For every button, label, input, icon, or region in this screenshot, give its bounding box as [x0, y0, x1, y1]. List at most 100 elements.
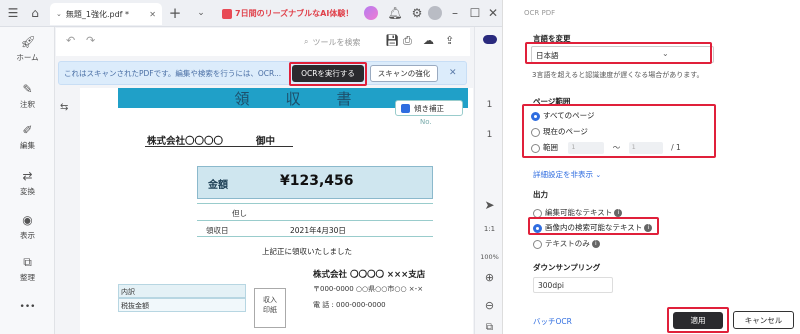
sidebar-item-annotate[interactable]: ✎ 注釈 [0, 82, 55, 110]
tadashi-label: 但し [232, 209, 247, 218]
maximize-icon[interactable]: ☐ [466, 4, 484, 22]
info-icon[interactable]: i [591, 240, 600, 248]
zoom-level[interactable]: 100% [475, 253, 502, 261]
upload-icon[interactable]: ☁ [423, 34, 434, 47]
info-icon[interactable]: i [614, 209, 623, 217]
promo-text: 7日間のリーズナブルなAI体験！ [235, 9, 354, 18]
promo-banner[interactable]: 7日間のリーズナブルなAI体験！ [222, 5, 378, 22]
radio-selected-icon [533, 223, 542, 233]
minimize-icon[interactable]: – [446, 4, 464, 22]
ai-assistant-icon[interactable] [364, 6, 378, 20]
row-divider [197, 220, 433, 221]
chevron-down-icon: ⌄ [56, 10, 62, 18]
new-tab-icon[interactable]: + [166, 4, 184, 22]
range-all-option[interactable]: すべてのページ [531, 110, 595, 121]
range-to-input[interactable]: 1 [628, 142, 663, 154]
amount-value: ¥123,456 [280, 173, 354, 189]
language-note: 3言語を超えると認識速度が遅くなる場合があります。 [532, 71, 704, 79]
gear-icon[interactable]: ⚙ [408, 4, 426, 22]
sidebar-item-label: 注釈 [20, 100, 35, 109]
avatar[interactable] [428, 6, 442, 20]
range-current-label: 現在のページ [543, 127, 588, 136]
output-textonly-label: テキストのみ [545, 239, 590, 248]
output-heading: 出力 [533, 190, 548, 199]
save-icon[interactable]: 💾︎ [385, 34, 399, 47]
output-searchable-option[interactable]: 画像内の検索可能なテキスト i [533, 222, 653, 233]
zoom-in-icon[interactable]: ⊕ [475, 271, 502, 284]
bell-icon[interactable]: 🔔︎ [386, 4, 404, 22]
sidebar-item-view[interactable]: ◉ 表示 [0, 213, 55, 241]
radio-empty-icon [533, 239, 542, 249]
downsample-select[interactable]: 300dpi [533, 277, 613, 293]
tax-amount-label: 税抜金額 [121, 302, 149, 310]
close-tab-icon[interactable]: ✕ [149, 10, 156, 19]
date-value: 2021年4月30日 [290, 226, 346, 235]
sidebar-item-organize[interactable]: ⧉ 整理 [0, 255, 55, 283]
redo-icon[interactable]: ↷ [86, 34, 95, 47]
sidebar-item-label: 編集 [20, 141, 35, 150]
tab-list-chevron-icon[interactable]: ⌄ [192, 4, 210, 22]
apply-button[interactable]: 適用 [673, 312, 723, 329]
convert-icon: ⇄ [22, 169, 33, 183]
gift-icon [222, 8, 232, 19]
output-searchable-label: 画像内の検索可能なテキスト [545, 223, 643, 232]
range-total: / 1 [671, 143, 681, 152]
enhance-scan-button[interactable]: スキャンの強化 [370, 65, 438, 82]
range-custom-option[interactable]: 範囲 1 〜 1 / 1 [531, 142, 681, 154]
sidebar-item-edit[interactable]: ✐ 編集 [0, 123, 55, 151]
deskew-button[interactable]: 傾き補正 [395, 100, 463, 116]
share-icon[interactable]: ⇪ [445, 34, 454, 47]
sidebar-item-label: 表示 [20, 231, 35, 240]
sidebar-item-label: ホーム [16, 53, 39, 62]
advanced-toggle-link[interactable]: 詳細設定を非表示 ⌄ [533, 169, 601, 180]
issuer-address: 〒000-0000 ○○県○○市○○ ×-× [313, 285, 424, 293]
close-window-icon[interactable]: ✕ [484, 4, 502, 22]
range-from-input[interactable]: 1 [568, 142, 605, 154]
more-button[interactable]: ••• [0, 302, 55, 312]
breakdown-row [118, 284, 246, 298]
sidebar-item-convert[interactable]: ⇄ 変換 [0, 169, 55, 197]
close-icon[interactable]: ✕ [449, 68, 457, 78]
banner-text: これはスキャンされたPDFです。編集や検索を行うには、OCR... [64, 69, 282, 78]
cursor-icon[interactable]: ➤ [475, 198, 502, 212]
fit-actual-size-button[interactable]: 1:1 [475, 225, 502, 233]
tab-title: 無題_1強化.pdf * [65, 9, 130, 19]
ai-badge-icon[interactable] [475, 35, 502, 47]
range-custom-label: 範囲 [543, 143, 558, 152]
search-input[interactable]: ツールを検索 [312, 37, 360, 48]
panel-toggle-icon[interactable]: ⇆ [60, 102, 68, 113]
output-textonly-option[interactable]: テキストのみ i [533, 238, 600, 249]
edit-icon: ✐ [22, 123, 33, 137]
left-sidebar: 🚀︎ ホーム ✎ 注釈 ✐ 編集 ⇄ 変換 ◉ 表示 ⧉ 整理 ••• [0, 27, 55, 334]
zoom-out-icon[interactable]: ⊖ [475, 299, 502, 312]
range-all-label: すべてのページ [543, 111, 595, 120]
ocr-settings-panel: OCR PDF 言語を変更 日本語 ⌄ 3言語を超えると認識速度が遅くなる場合が… [503, 0, 800, 334]
range-current-option[interactable]: 現在のページ [531, 126, 588, 137]
cancel-button[interactable]: キャンセル [733, 311, 794, 329]
radio-selected-icon [531, 111, 540, 121]
ocr-button-highlight [289, 62, 367, 86]
recipient-company: 株式会社〇〇〇〇 [147, 136, 224, 147]
total-page-number: 1 [486, 130, 493, 140]
panel-title: OCR PDF [524, 9, 556, 17]
receipt-title-char: 収 [285, 89, 301, 108]
info-icon[interactable]: i [644, 224, 653, 232]
batch-ocr-link[interactable]: バッチOCR [533, 316, 572, 327]
sidebar-item-label: 整理 [20, 273, 35, 282]
print-icon[interactable]: ⎙ [403, 34, 412, 48]
pen-icon: ✎ [22, 82, 33, 96]
current-page-number[interactable]: 1 [475, 100, 502, 110]
undo-icon[interactable]: ↶ [66, 34, 75, 47]
receipt-title-char: 書 [336, 89, 352, 108]
organize-icon: ⧉ [23, 255, 32, 269]
sidebar-item-home[interactable]: 🚀︎ ホーム [0, 35, 55, 63]
home-icon[interactable]: ⌂ [26, 4, 44, 22]
amount-label: 金額 [208, 180, 228, 191]
document-tab[interactable]: ⌄ 無題_1強化.pdf * ✕ [50, 3, 162, 25]
sidebar-toggle-icon[interactable]: ☰ [4, 4, 22, 22]
advanced-toggle-label: 詳細設定を非表示 [533, 170, 593, 179]
radio-empty-icon [531, 127, 540, 137]
right-tool-strip: 1 1 ➤ 1:1 100% ⊕ ⊖ ⧉ [474, 27, 502, 334]
tool-search[interactable]: ⌕ ツールを検索 [304, 34, 386, 50]
page-view-icon[interactable]: ⧉ [475, 322, 502, 333]
